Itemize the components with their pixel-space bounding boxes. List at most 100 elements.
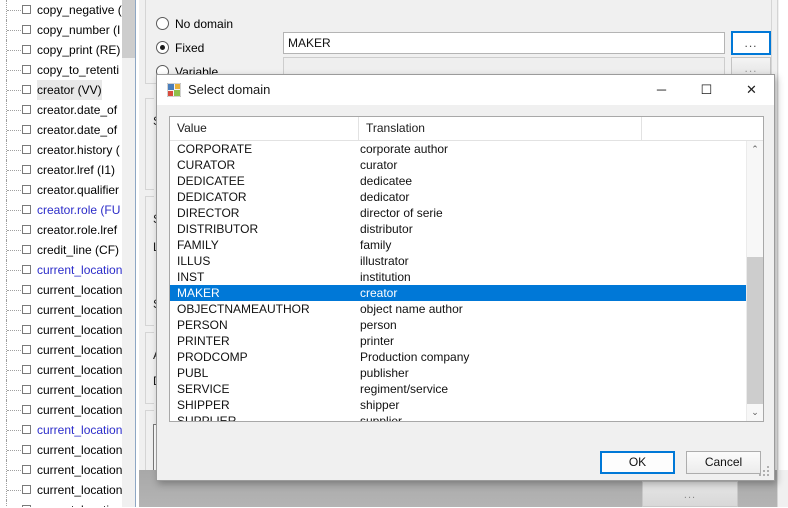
tree-item[interactable]: creator.qualifier [0, 180, 135, 200]
listview-row[interactable]: DEDICATEE dedicatee [170, 173, 748, 189]
listview-row[interactable]: PERSON person [170, 317, 748, 333]
minimize-icon[interactable]: ─ [639, 75, 684, 105]
tree-item-label: current_location [37, 263, 123, 277]
fixed-domain-browse-button[interactable]: ... [731, 31, 771, 55]
fixed-domain-input[interactable]: MAKER [283, 32, 725, 54]
tree-checkbox-icon[interactable] [22, 465, 31, 474]
cell-translation: dedicatee [360, 174, 413, 188]
tree-checkbox-icon[interactable] [22, 165, 31, 174]
scroll-up-icon[interactable]: ⌃ [747, 141, 763, 158]
listview-row[interactable]: ILLUS illustrator [170, 253, 748, 269]
tree-item[interactable]: current_location [0, 500, 135, 507]
tree-checkbox-icon[interactable] [22, 245, 31, 254]
tree-checkbox-icon[interactable] [22, 285, 31, 294]
tree-checkbox-icon[interactable] [22, 65, 31, 74]
listview-row[interactable]: SHIPPER shipper [170, 397, 748, 413]
column-header-value[interactable]: Value [170, 117, 359, 140]
listview-row[interactable]: INST institution [170, 269, 748, 285]
tree-item[interactable]: creator.role (FU [0, 200, 135, 220]
tree-item[interactable]: current_location [0, 440, 135, 460]
tree-checkbox-icon[interactable] [22, 325, 31, 334]
tree-item[interactable]: current_location [0, 340, 135, 360]
tree-item[interactable]: copy_print (RE) [0, 40, 135, 60]
listview-row[interactable]: DEDICATOR dedicator [170, 189, 748, 205]
ok-button[interactable]: OK [600, 451, 675, 474]
tree-checkbox-icon[interactable] [22, 265, 31, 274]
cell-value: DIRECTOR [177, 206, 240, 220]
tree-checkbox-icon[interactable] [22, 5, 31, 14]
tree-scrollbar-thumb[interactable] [122, 0, 135, 58]
listview-row[interactable]: PRINTER printer [170, 333, 748, 349]
tree-item[interactable]: current_location [0, 380, 135, 400]
tree-item[interactable]: creator.date_of [0, 120, 135, 140]
listview-rows[interactable]: CORPORATE corporate author CURATOR curator D… [170, 141, 748, 421]
listview-row[interactable]: FAMILY family [170, 237, 748, 253]
tree-item[interactable]: current_location [0, 420, 135, 440]
tree-checkbox-icon[interactable] [22, 125, 31, 134]
listview-row[interactable]: DISTRIBUTOR distributor [170, 221, 748, 237]
domain-listview[interactable]: Value Translation CORPORATE corporate aut… [169, 116, 764, 422]
tree-checkbox-icon[interactable] [22, 365, 31, 374]
tree-item[interactable]: current_location [0, 280, 135, 300]
listview-row-selected[interactable]: MAKER creator [170, 285, 748, 301]
listview-row[interactable]: CORPORATE corporate author [170, 141, 748, 157]
field-tree-panel[interactable]: copy_negative (copy_number (I copy_print … [0, 0, 135, 507]
tree-checkbox-icon[interactable] [22, 185, 31, 194]
tree-checkbox-icon[interactable] [22, 45, 31, 54]
tree-vertical-scrollbar[interactable] [122, 0, 135, 507]
tree-item[interactable]: current_location [0, 400, 135, 420]
listview-row[interactable]: SUPPLIER supplier [170, 413, 748, 421]
listview-row[interactable]: OBJECTNAMEAUTHOR object name author [170, 301, 748, 317]
tree-checkbox-icon[interactable] [22, 145, 31, 154]
form-bottom-browse-button[interactable]: ... [642, 481, 738, 507]
listview-row[interactable]: PUBL publisher [170, 365, 748, 381]
tree-item[interactable]: creator.role.lref [0, 220, 135, 240]
radio-fixed[interactable] [156, 41, 169, 54]
column-header-blank[interactable] [642, 117, 748, 140]
radio-no-domain[interactable] [156, 17, 169, 30]
tree-checkbox-icon[interactable] [22, 105, 31, 114]
tree-elbow-line [7, 410, 21, 412]
listview-vertical-scrollbar[interactable]: ⌃ ⌄ [746, 141, 763, 421]
listview-row[interactable]: PRODCOMP Production company [170, 349, 748, 365]
field-tree-list[interactable]: copy_negative (copy_number (I copy_print … [0, 0, 135, 507]
tree-item[interactable]: current_location [0, 260, 135, 280]
tree-item[interactable]: copy_to_retenti [0, 60, 135, 80]
panel-splitter[interactable] [135, 0, 138, 507]
listview-scrollbar-thumb[interactable] [747, 257, 763, 421]
cancel-button[interactable]: Cancel [686, 451, 761, 474]
tree-item-label: creator.qualifier [37, 183, 120, 197]
close-icon[interactable]: ✕ [729, 75, 774, 105]
tree-checkbox-icon[interactable] [22, 205, 31, 214]
tree-item[interactable]: current_location [0, 460, 135, 480]
tree-item[interactable]: copy_number (I [0, 20, 135, 40]
tree-checkbox-icon[interactable] [22, 345, 31, 354]
dialog-titlebar[interactable]: Select domain ─ ☐ ✕ [157, 75, 774, 105]
tree-checkbox-icon[interactable] [22, 25, 31, 34]
tree-checkbox-icon[interactable] [22, 445, 31, 454]
tree-item[interactable]: credit_line (CF) [0, 240, 135, 260]
listview-row[interactable]: CURATOR curator [170, 157, 748, 173]
tree-checkbox-icon[interactable] [22, 85, 31, 94]
column-header-translation[interactable]: Translation [359, 117, 642, 140]
tree-item[interactable]: current_location [0, 320, 135, 340]
tree-checkbox-icon[interactable] [22, 305, 31, 314]
tree-item[interactable]: creator (VV) [0, 80, 135, 100]
resize-grip-icon[interactable] [759, 466, 770, 477]
tree-item[interactable]: creator.lref (I1) [0, 160, 135, 180]
tree-checkbox-icon[interactable] [22, 425, 31, 434]
listview-row[interactable]: SERVICE regiment/service [170, 381, 748, 397]
tree-checkbox-icon[interactable] [22, 225, 31, 234]
tree-item[interactable]: current_location [0, 480, 135, 500]
tree-item[interactable]: current_location [0, 360, 135, 380]
tree-checkbox-icon[interactable] [22, 485, 31, 494]
tree-item[interactable]: current_location [0, 300, 135, 320]
maximize-icon[interactable]: ☐ [684, 75, 729, 105]
tree-item[interactable]: creator.history ( [0, 140, 135, 160]
tree-item[interactable]: creator.date_of [0, 100, 135, 120]
listview-row[interactable]: DIRECTOR director of serie [170, 205, 748, 221]
tree-checkbox-icon[interactable] [22, 405, 31, 414]
scroll-down-icon[interactable]: ⌄ [747, 404, 763, 421]
tree-checkbox-icon[interactable] [22, 385, 31, 394]
tree-item[interactable]: copy_negative ( [0, 0, 135, 20]
